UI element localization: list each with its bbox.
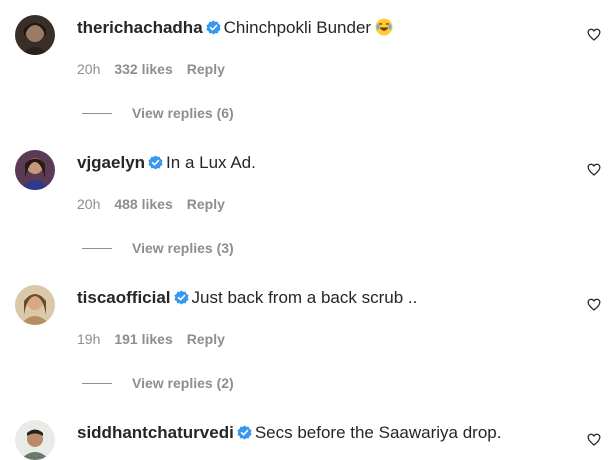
avatar[interactable] <box>15 420 55 460</box>
comment-line: therichachadha Chinchpokli Bunder <box>77 18 393 41</box>
reply-button[interactable]: Reply <box>187 331 225 347</box>
comment-time: 20h <box>77 61 101 77</box>
view-replies-button[interactable]: View replies (3) <box>82 239 234 257</box>
avatar[interactable] <box>15 15 55 55</box>
view-replies-button[interactable]: View replies (2) <box>82 374 234 392</box>
comment-text: In a Lux Ad. <box>166 153 256 172</box>
comment-meta: 20h 488 likes Reply <box>77 195 239 213</box>
verified-badge-icon <box>206 20 221 40</box>
likes-count[interactable]: 488 likes <box>114 196 172 212</box>
username[interactable]: therichachadha <box>77 18 203 37</box>
reply-button[interactable]: Reply <box>187 196 225 212</box>
divider <box>82 113 112 114</box>
comment-line: tiscaofficial Just back from a back scrub… <box>77 288 417 310</box>
comment-meta: 19h 191 likes Reply <box>77 330 239 348</box>
face-with-tears-of-joy-icon <box>375 18 393 41</box>
heart-outline-icon[interactable] <box>587 163 601 176</box>
heart-outline-icon[interactable] <box>587 298 601 311</box>
view-replies-label: View replies (2) <box>132 375 234 391</box>
reply-button[interactable]: Reply <box>187 61 225 77</box>
username[interactable]: tiscaofficial <box>77 288 171 307</box>
comment-line: vjgaelyn In a Lux Ad. <box>77 153 256 175</box>
avatar[interactable] <box>15 150 55 190</box>
verified-badge-icon <box>148 155 163 175</box>
view-replies-label: View replies (3) <box>132 240 234 256</box>
comment-meta: 20h 332 likes Reply <box>77 60 239 78</box>
heart-outline-icon[interactable] <box>587 433 601 446</box>
divider <box>82 248 112 249</box>
comment-line: siddhantchaturvedi Secs before the Saawar… <box>77 423 501 445</box>
username[interactable]: siddhantchaturvedi <box>77 423 234 442</box>
comment-time: 19h <box>77 331 101 347</box>
comment-time: 20h <box>77 196 101 212</box>
likes-count[interactable]: 191 likes <box>114 331 172 347</box>
verified-badge-icon <box>174 290 189 310</box>
avatar[interactable] <box>15 285 55 325</box>
divider <box>82 383 112 384</box>
comment-text: Secs before the Saawariya drop. <box>254 423 502 442</box>
likes-count[interactable]: 332 likes <box>114 61 172 77</box>
comment-text: Chinchpokli Bunder <box>223 18 372 37</box>
verified-badge-icon <box>237 425 252 445</box>
view-replies-label: View replies (6) <box>132 105 234 121</box>
view-replies-button[interactable]: View replies (6) <box>82 104 234 122</box>
comment-text: Just back from a back scrub .. <box>191 288 418 307</box>
heart-outline-icon[interactable] <box>587 28 601 41</box>
username[interactable]: vjgaelyn <box>77 153 145 172</box>
